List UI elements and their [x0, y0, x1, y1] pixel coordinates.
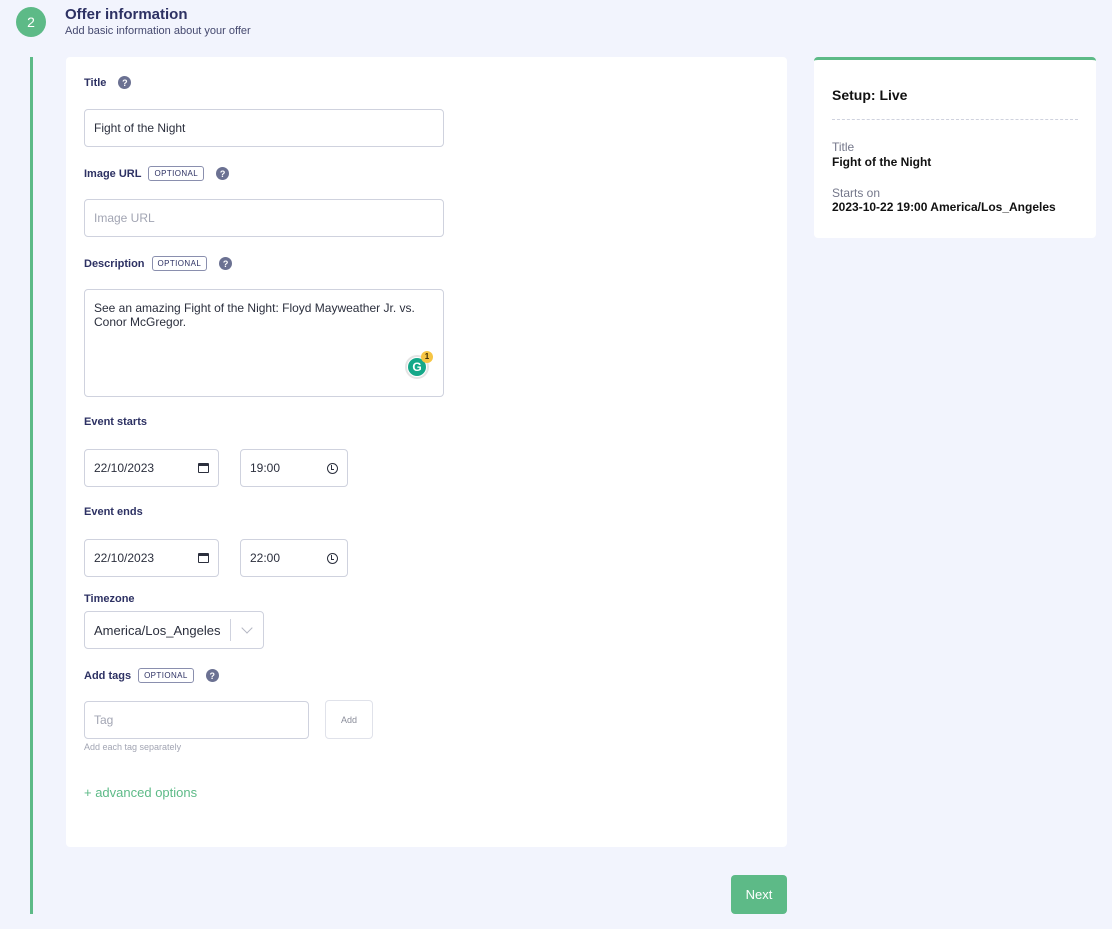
description-label: Description OPTIONAL ? [84, 256, 233, 271]
event-start-date-input[interactable]: 22/10/2023 [84, 449, 219, 487]
timezone-label: Timezone [84, 593, 135, 605]
summary-title: Setup: Live [832, 87, 908, 103]
tag-input[interactable]: Tag [84, 701, 309, 739]
image-url-input[interactable]: Image URL [84, 199, 444, 237]
summary-divider [832, 119, 1078, 120]
title-label: Title ? [84, 76, 132, 89]
event-ends-label: Event ends [84, 506, 143, 518]
grammarly-icon[interactable]: G 1 [405, 351, 433, 379]
help-icon[interactable]: ? [205, 669, 219, 682]
step-title: Offer information [65, 6, 188, 23]
help-icon[interactable]: ? [118, 76, 132, 89]
step-subtitle: Add basic information about your offer [65, 25, 251, 37]
image-url-label: Image URL OPTIONAL ? [84, 166, 230, 181]
event-end-time-input[interactable]: 22:00 [240, 539, 348, 577]
tag-hint: Add each tag separately [84, 742, 182, 752]
chevron-down-icon[interactable] [231, 622, 263, 634]
optional-badge: OPTIONAL [151, 256, 208, 271]
advanced-options-link[interactable]: + advanced options [84, 785, 197, 800]
summary-title-value: Fight of the Night [832, 155, 932, 169]
calendar-icon[interactable] [198, 553, 209, 563]
optional-badge: OPTIONAL [138, 668, 194, 683]
summary-starts-value: 2023-10-22 19:00 America/Los_Angeles [832, 200, 1056, 214]
clock-icon[interactable] [327, 462, 338, 474]
title-input[interactable]: Fight of the Night [84, 109, 444, 147]
clock-icon[interactable] [327, 552, 338, 564]
offer-form-card: Title ? Fight of the Night Image URL OPT… [66, 57, 787, 847]
help-icon[interactable]: ? [216, 167, 230, 180]
add-tags-label: Add tags OPTIONAL ? [84, 668, 219, 683]
summary-starts-key: Starts on [832, 186, 881, 200]
event-starts-label: Event starts [84, 416, 147, 428]
summary-title-key: Title [832, 140, 855, 154]
event-start-time-input[interactable]: 19:00 [240, 449, 348, 487]
add-tag-button[interactable]: Add [325, 700, 373, 739]
grammarly-count-badge: 1 [421, 351, 433, 363]
event-end-date-input[interactable]: 22/10/2023 [84, 539, 219, 577]
optional-badge: OPTIONAL [148, 166, 205, 181]
setup-summary-card: Setup: Live Title Fight of the Night Sta… [814, 57, 1096, 238]
description-textarea[interactable]: See an amazing Fight of the Night: Floyd… [84, 289, 444, 397]
timezone-select[interactable]: America/Los_Angeles [84, 611, 264, 649]
help-icon[interactable]: ? [219, 257, 233, 270]
next-button[interactable]: Next [731, 875, 787, 914]
step-number: 2 [16, 7, 46, 37]
step-progress-line [30, 57, 33, 914]
calendar-icon[interactable] [198, 463, 209, 473]
